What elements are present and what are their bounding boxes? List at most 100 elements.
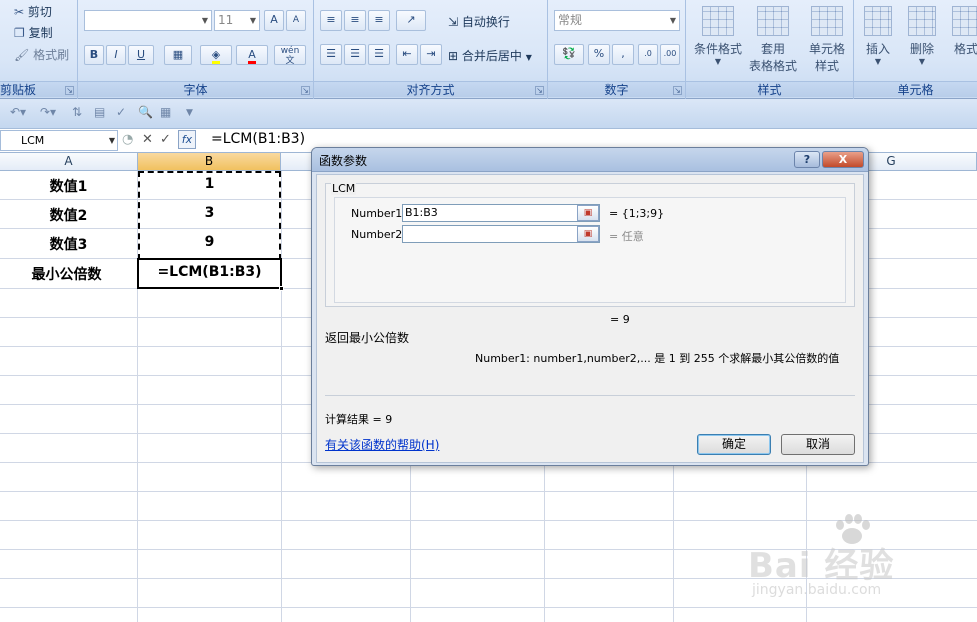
- align-left-icon[interactable]: ☰: [320, 44, 342, 65]
- font-launcher-icon[interactable]: ↘: [301, 86, 310, 95]
- arguments-panel: Number1 B1:B3 ▣ = {1;3;9} Number2 ▣ = 任意: [334, 197, 846, 303]
- enter-icon[interactable]: ✓: [160, 132, 171, 147]
- dialog-body: LCM Number1 B1:B3 ▣ = {1;3;9} Number2 ▣ …: [316, 174, 864, 463]
- baidu-watermark: Bai 经验 jingyan.baidu.com: [748, 514, 968, 606]
- delete-cells-icon: [908, 6, 936, 36]
- conditional-format-icon: [702, 6, 734, 36]
- ribbon: ✂ 剪切 ❐ 复制 🖌 格式刷 剪贴板 ↘ ▼ 11 ▼ A A B I U ▦…: [0, 0, 977, 99]
- increase-decimal-icon[interactable]: .0: [638, 44, 658, 65]
- merge-icon: ⊞: [448, 49, 459, 63]
- number2-input[interactable]: [402, 225, 600, 243]
- watermark-brand: Bai 经验: [748, 546, 895, 586]
- cancel-button[interactable]: 取消: [781, 434, 855, 455]
- formula-tools: ◔ ✕ ✓ fx: [120, 130, 202, 151]
- paintbrush-icon: 🖌: [14, 48, 30, 62]
- align-right-icon[interactable]: ☰: [368, 44, 390, 65]
- fill-color-button[interactable]: ◈: [200, 45, 232, 65]
- border-button[interactable]: ▦: [164, 45, 192, 65]
- font-group-label: 字体: [78, 81, 313, 97]
- alignment-launcher-icon[interactable]: ↘: [535, 86, 544, 95]
- insert-button[interactable]: 插入 ▼: [856, 6, 900, 66]
- chevron-down-icon: ▼: [918, 57, 926, 66]
- dialog-title: 函数参数: [319, 154, 368, 168]
- sort-icon[interactable]: ⇅: [72, 105, 82, 119]
- number-group-label: 数字: [548, 81, 685, 97]
- align-top-icon[interactable]: ≡: [320, 10, 342, 31]
- align-middle-icon[interactable]: ≡: [344, 10, 366, 31]
- customize-qat-icon[interactable]: ▼: [186, 108, 193, 118]
- help-title-button[interactable]: ?: [794, 151, 820, 168]
- function-help-link[interactable]: 有关该函数的帮助(H): [325, 436, 439, 453]
- cut-button[interactable]: ✂ 剪切: [14, 3, 52, 20]
- italic-button[interactable]: I: [106, 45, 126, 65]
- resize-handle-icon[interactable]: ◔: [122, 132, 133, 147]
- number2-label: Number2: [351, 228, 403, 241]
- table-style-icon: [757, 6, 789, 36]
- formula-input[interactable]: =LCM(B1:B3): [211, 131, 305, 147]
- number-group: 常规 ▼ 💱 % , .0 .00 数字 ↘: [548, 0, 686, 99]
- align-bottom-icon[interactable]: ≡: [368, 10, 390, 31]
- copy-button[interactable]: ❐ 复制: [14, 24, 53, 41]
- table-icon[interactable]: ▦: [160, 105, 171, 119]
- quick-access-toolbar: ↶▾ ↷▾ ⇅ ▤ ✓ 🔍 ▦ ▼: [0, 99, 977, 129]
- decrease-decimal-icon[interactable]: .00: [660, 44, 680, 65]
- font-color-button[interactable]: A: [236, 45, 268, 65]
- column-header-b[interactable]: B: [138, 153, 281, 171]
- font-size-combo[interactable]: 11 ▼: [214, 10, 260, 31]
- redo-icon[interactable]: ↷▾: [40, 105, 56, 119]
- decrease-indent-icon[interactable]: ⇤: [396, 44, 418, 65]
- cell-a2[interactable]: 数值2: [0, 205, 137, 225]
- font-name-combo[interactable]: ▼: [84, 10, 212, 31]
- active-cell-border: [137, 258, 284, 291]
- ok-button[interactable]: 确定: [697, 434, 771, 455]
- column-header-a[interactable]: A: [0, 153, 138, 171]
- conditional-format-button[interactable]: 条件格式 ▼: [690, 6, 746, 66]
- wrap-text-button[interactable]: ⇲ 自动换行: [448, 13, 510, 30]
- cell-styles-button[interactable]: 单元格 样式: [800, 6, 854, 74]
- merge-center-button[interactable]: ⊞ 合并后居中 ▼: [448, 47, 532, 64]
- gridline: [281, 171, 282, 622]
- number-format-combo[interactable]: 常规 ▼: [554, 10, 680, 31]
- align-center-icon[interactable]: ☰: [344, 44, 366, 65]
- function-arguments-dialog: 函数参数 ? X LCM Number1 B1:B3 ▣ = {1;3;9} N…: [311, 147, 869, 466]
- format-painter-button[interactable]: 🖌 格式刷: [14, 46, 69, 63]
- chevron-down-icon: ▼: [108, 136, 115, 145]
- spelling-icon[interactable]: ✓: [116, 105, 126, 119]
- currency-icon[interactable]: 💱: [554, 44, 584, 65]
- undo-icon[interactable]: ↶▾: [10, 105, 26, 119]
- collapse-dialog-icon[interactable]: ▣: [577, 226, 599, 242]
- close-button[interactable]: X: [822, 151, 864, 168]
- delete-button[interactable]: 删除 ▼: [900, 6, 944, 66]
- alignment-group: ≡ ≡ ≡ ↗ ⇲ 自动换行 ☰ ☰ ☰ ⇤ ⇥ ⊞ 合并后居中 ▼ 对齐方式 …: [314, 0, 548, 99]
- number-launcher-icon[interactable]: ↘: [673, 86, 682, 95]
- cancel-icon[interactable]: ✕: [142, 132, 153, 147]
- number1-label: Number1: [351, 207, 403, 220]
- insert-function-button[interactable]: fx: [178, 130, 196, 149]
- watermark-url: jingyan.baidu.com: [752, 582, 882, 598]
- cell-a4[interactable]: 最小公倍数: [0, 264, 133, 284]
- underline-button[interactable]: U: [128, 45, 154, 65]
- orientation-icon[interactable]: ↗: [396, 10, 426, 31]
- collapse-dialog-icon[interactable]: ▣: [577, 205, 599, 221]
- border-icon: ▦: [172, 48, 184, 61]
- bold-button[interactable]: B: [84, 45, 104, 65]
- dialog-title-bar[interactable]: 函数参数 ? X: [312, 148, 868, 172]
- cell-a3[interactable]: 数值3: [0, 234, 137, 254]
- calculation-result: 计算结果 = 9: [325, 413, 393, 426]
- comma-button[interactable]: ,: [612, 44, 634, 65]
- form-icon[interactable]: ▤: [94, 105, 105, 119]
- print-preview-icon[interactable]: 🔍: [138, 105, 153, 119]
- chevron-down-icon: ▼: [249, 16, 257, 25]
- fill-handle[interactable]: [279, 286, 284, 291]
- grow-font-button[interactable]: A: [264, 10, 284, 31]
- increase-indent-icon[interactable]: ⇥: [420, 44, 442, 65]
- phonetic-button[interactable]: wén 文: [274, 45, 306, 66]
- format-cells-button[interactable]: 格式: [944, 6, 977, 57]
- number1-input[interactable]: B1:B3: [402, 204, 600, 222]
- cell-a1[interactable]: 数值1: [0, 176, 137, 196]
- format-as-table-button[interactable]: 套用 表格格式: [744, 6, 802, 74]
- clipboard-launcher-icon[interactable]: ↘: [65, 86, 74, 95]
- percent-button[interactable]: %: [588, 44, 610, 65]
- name-box[interactable]: LCM ▼: [0, 130, 118, 151]
- shrink-font-button[interactable]: A: [286, 10, 306, 31]
